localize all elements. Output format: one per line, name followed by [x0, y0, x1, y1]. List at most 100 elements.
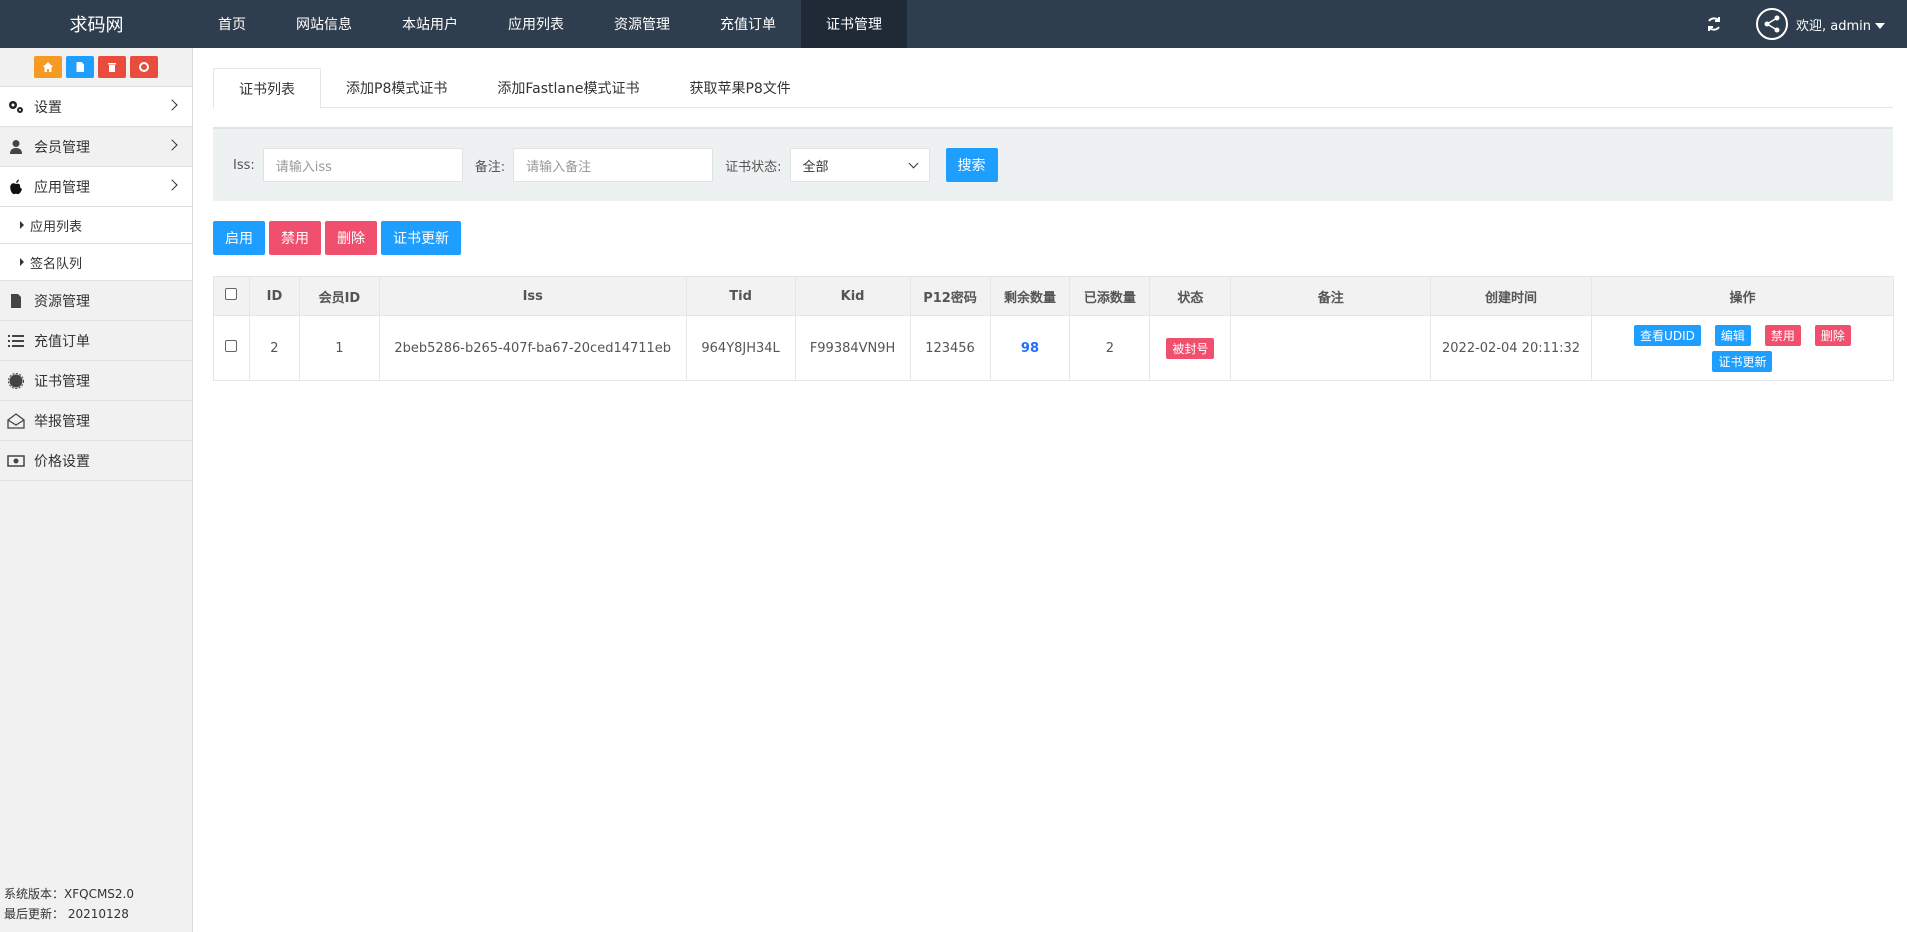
sidebar-item-apps[interactable]: 应用管理 — [0, 167, 192, 207]
iss-input[interactable]: 请输入iss — [262, 148, 463, 182]
edit-button[interactable]: 编辑 — [1714, 324, 1751, 346]
enable-button[interactable]: 启用 — [213, 221, 265, 255]
col-actions: 操作 — [1590, 276, 1895, 316]
last-updated: 最后更新： 20210128 — [4, 907, 129, 921]
sidebar-subitem-label: 应用列表 — [30, 219, 83, 235]
chevron-down-icon — [908, 158, 918, 168]
nav-certificates[interactable]: 证书管理 — [801, 0, 907, 48]
cell-added: 2 — [1069, 315, 1151, 381]
renew-certificate-button[interactable]: 证书更新 — [381, 221, 461, 255]
delete-button[interactable]: 删除 — [325, 221, 377, 255]
row-select-cell — [213, 315, 250, 381]
row-delete-button[interactable]: 删除 — [1814, 324, 1851, 346]
select-all-checkbox[interactable] — [225, 288, 238, 300]
note-input[interactable]: 请输入备注 — [513, 148, 714, 182]
sidebar-item-settings[interactable]: 设置 — [0, 87, 192, 127]
tab-bar: 证书列表 添加P8模式证书 添加Fastlane模式证书 获取苹果P8文件 — [213, 68, 1893, 109]
nav-recharge-orders[interactable]: 充值订单 — [695, 0, 801, 48]
search-button[interactable]: 搜索 — [945, 148, 998, 182]
sidebar-subitem-label: 签名队列 — [30, 256, 83, 272]
cell-iss: 2beb5286-b265-407f-ba67-20ced14711eb — [378, 315, 687, 381]
status-select[interactable]: 全部 — [789, 148, 930, 182]
recycle-icon[interactable] — [130, 56, 158, 78]
iss-label: Iss: — [233, 157, 255, 173]
user-menu[interactable]: 欢迎, admin — [1796, 15, 1885, 34]
quick-actions — [0, 48, 192, 87]
tab-certificate-list[interactable]: 证书列表 — [213, 68, 321, 109]
cell-status: 被封号 — [1149, 315, 1232, 381]
cell-note — [1230, 315, 1432, 381]
avatar[interactable] — [1756, 8, 1788, 40]
sidebar-item-label: 充值订单 — [34, 333, 90, 350]
cell-tid: 964Y8JH34L — [685, 315, 796, 381]
nav-home[interactable]: 首页 — [193, 0, 271, 48]
share-icon — [1764, 15, 1780, 33]
row-disable-button[interactable]: 禁用 — [1764, 324, 1801, 346]
col-remaining: 剩余数量 — [989, 276, 1071, 316]
row-actions: 查看UDID 编辑 禁用 删除 证书更新 — [1617, 324, 1867, 372]
col-status: 状态 — [1149, 276, 1232, 316]
cell-created: 2022-02-04 20:11:32 — [1430, 315, 1592, 381]
tab-add-p8[interactable]: 添加P8模式证书 — [321, 68, 472, 108]
col-created: 创建时间 — [1430, 276, 1592, 316]
certificate-table: ID 会员ID Iss Tid Kid P12密码 剩余数量 已添数量 状态 备… — [213, 276, 1895, 381]
status-label: 证书状态: — [725, 159, 782, 175]
col-id: ID — [248, 276, 300, 316]
top-navbar: 求码网 首页 网站信息 本站用户 应用列表 资源管理 充值订单 证书管理 欢迎,… — [0, 0, 1907, 48]
col-note: 备注 — [1230, 276, 1432, 316]
envelope-open-icon — [6, 412, 26, 429]
tab-get-apple-p8[interactable]: 获取苹果P8文件 — [664, 68, 815, 108]
nav-resources[interactable]: 资源管理 — [589, 0, 695, 48]
sidebar-subitem-app-list[interactable]: 应用列表 — [0, 207, 192, 244]
refresh-icon[interactable] — [1702, 12, 1726, 36]
brand-logo[interactable]: 求码网 — [0, 0, 193, 48]
col-added: 已添数量 — [1069, 276, 1151, 316]
home-icon[interactable] — [34, 56, 62, 78]
view-udid-button[interactable]: 查看UDID — [1634, 324, 1701, 346]
sidebar-item-members[interactable]: 会员管理 — [0, 127, 192, 167]
status-badge: 被封号 — [1166, 337, 1215, 359]
nav-app-list[interactable]: 应用列表 — [483, 0, 589, 48]
file-icon — [6, 293, 26, 309]
certificate-icon — [6, 372, 26, 389]
money-icon — [6, 454, 26, 468]
disable-button[interactable]: 禁用 — [269, 221, 321, 255]
caret-right-icon — [20, 221, 24, 229]
user-icon — [6, 139, 26, 155]
cell-id: 2 — [248, 315, 300, 381]
remaining-count[interactable]: 98 — [1021, 341, 1039, 356]
apple-icon — [6, 179, 26, 195]
document-icon[interactable] — [66, 56, 94, 78]
filter-bar: Iss: 请输入iss 备注: 请输入备注 证书状态: 全部 搜索 — [213, 127, 1893, 201]
nav-site-info[interactable]: 网站信息 — [271, 0, 377, 48]
sidebar-item-label: 价格设置 — [34, 453, 90, 470]
col-member-id: 会员ID — [298, 276, 380, 316]
sidebar-item-reports[interactable]: 举报管理 — [0, 401, 192, 441]
system-version: 系统版本：XFQCMS2.0 — [4, 887, 135, 901]
trash-icon[interactable] — [98, 56, 126, 78]
sidebar: 设置 会员管理 应用管理 应用列表 签名队列 资源管理 充值订单 证书管理 举报… — [0, 48, 193, 932]
sidebar-item-orders[interactable]: 充值订单 — [0, 321, 192, 361]
col-kid: Kid — [794, 276, 911, 316]
bulk-actions: 启用 禁用 删除 证书更新 — [213, 221, 461, 255]
note-label: 备注: — [474, 159, 506, 175]
cell-p12: 123456 — [909, 315, 991, 381]
row-renew-button[interactable]: 证书更新 — [1712, 350, 1773, 372]
cell-remaining: 98 — [989, 315, 1071, 381]
list-icon — [6, 334, 26, 348]
sidebar-item-resources[interactable]: 资源管理 — [0, 281, 192, 321]
table-row: 2 1 2beb5286-b265-407f-ba67-20ced14711eb… — [213, 315, 1895, 381]
cell-member-id: 1 — [298, 315, 380, 381]
sidebar-item-label: 举报管理 — [34, 413, 90, 430]
row-checkbox[interactable] — [225, 340, 238, 352]
caret-right-icon — [20, 258, 24, 266]
tab-add-fastlane[interactable]: 添加Fastlane模式证书 — [472, 68, 664, 108]
col-p12: P12密码 — [909, 276, 991, 316]
status-select-value: 全部 — [802, 159, 829, 175]
welcome-text: 欢迎, admin — [1796, 18, 1871, 34]
col-tid: Tid — [685, 276, 796, 316]
sidebar-subitem-sign-queue[interactable]: 签名队列 — [0, 244, 192, 281]
sidebar-item-pricing[interactable]: 价格设置 — [0, 441, 192, 481]
sidebar-item-certificates[interactable]: 证书管理 — [0, 361, 192, 401]
nav-site-users[interactable]: 本站用户 — [377, 0, 483, 48]
